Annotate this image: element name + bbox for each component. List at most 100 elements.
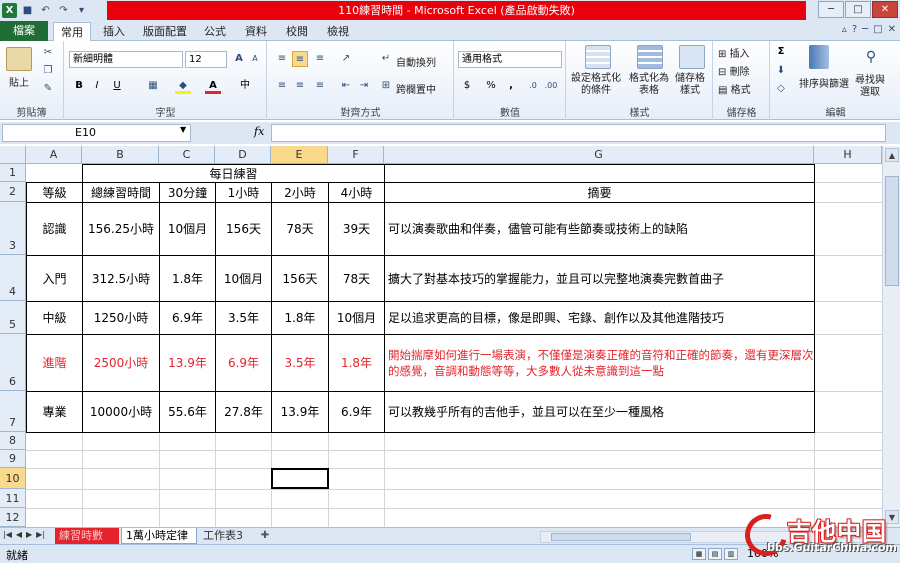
row-header[interactable]: 4 <box>0 255 26 301</box>
tab-home[interactable]: 常用 <box>53 22 91 42</box>
column-header[interactable]: C <box>159 146 215 164</box>
paste-button[interactable]: 貼上 <box>9 74 29 89</box>
orientation-icon[interactable]: ↗ <box>338 51 354 67</box>
align-top-icon[interactable]: ≡ <box>274 51 290 67</box>
customize-qat-icon[interactable]: ▾ <box>74 3 89 18</box>
column-header[interactable]: D <box>215 146 271 164</box>
cell-4hours[interactable]: 39天 <box>329 203 384 255</box>
cell-total[interactable]: 10000小時 <box>83 392 159 432</box>
fill-icon[interactable]: ⬇ <box>773 63 789 79</box>
phonetic-icon[interactable]: 中 <box>237 78 253 94</box>
minimize-ribbon-icon[interactable]: ▵ <box>842 24 847 35</box>
row-header[interactable]: 7 <box>0 391 26 432</box>
next-sheet-icon[interactable]: ▶ <box>26 530 32 539</box>
font-color-icon[interactable]: A <box>205 78 221 94</box>
cut-icon[interactable]: ✂ <box>40 45 56 61</box>
first-sheet-icon[interactable]: |◀ <box>3 530 12 539</box>
cell-level[interactable]: 入門 <box>27 256 82 301</box>
cell-1hour[interactable]: 3.5年 <box>216 302 271 334</box>
sheet-tab-10000-hour-rule[interactable]: 1萬小時定律 <box>121 528 197 544</box>
align-left-icon[interactable]: ≡ <box>274 78 290 94</box>
grow-font-icon[interactable]: A <box>231 51 247 67</box>
cell-level[interactable]: 認識 <box>27 203 82 255</box>
sheet-tab-sheet3[interactable]: 工作表3 <box>199 528 255 544</box>
column-header[interactable]: G <box>384 146 814 164</box>
formula-input[interactable] <box>271 124 886 142</box>
name-box[interactable]: E10 <box>2 124 191 142</box>
align-middle-icon[interactable]: ≡ <box>292 51 308 67</box>
save-icon[interactable]: ■ <box>20 3 35 18</box>
header-summary[interactable]: 摘要 <box>385 183 814 202</box>
header-1hour[interactable]: 1小時 <box>216 183 271 202</box>
paste-icon[interactable] <box>6 47 32 71</box>
column-header[interactable]: E <box>271 146 328 164</box>
active-cell-selection[interactable] <box>271 468 329 489</box>
find-select-button[interactable]: 尋找與 選取 <box>855 75 885 99</box>
copy-icon[interactable]: ❐ <box>40 63 56 79</box>
cell-total[interactable]: 312.5小時 <box>83 256 159 301</box>
doc-restore-icon[interactable]: □ <box>873 24 882 35</box>
tab-file[interactable]: 檔案 <box>0 21 48 41</box>
normal-view-icon[interactable]: ▦ <box>692 548 706 560</box>
select-all-corner[interactable] <box>0 146 26 164</box>
format-as-table-button[interactable]: 格式化為 表格 <box>629 73 669 97</box>
row-header[interactable]: 8 <box>0 432 26 450</box>
conditional-formatting-icon[interactable] <box>585 45 611 69</box>
column-header[interactable]: F <box>328 146 384 164</box>
sort-filter-button[interactable]: 排序與篩選 <box>799 75 849 90</box>
merge-center-button[interactable]: 跨欄置中 <box>396 81 436 96</box>
row-header[interactable]: 6 <box>0 334 26 391</box>
tab-page-layout[interactable]: 版面配置 <box>138 22 192 41</box>
format-as-table-icon[interactable] <box>637 45 663 69</box>
align-center-icon[interactable]: ≡ <box>292 78 308 94</box>
row-header[interactable]: 12 <box>0 508 26 527</box>
comma-button[interactable]: , <box>503 78 519 94</box>
header-total-time[interactable]: 總練習時間 <box>83 183 159 202</box>
tab-review[interactable]: 校閱 <box>279 22 315 41</box>
percent-button[interactable]: % <box>483 78 499 94</box>
cell-summary[interactable]: 足以追求更高的目標，像是即興、宅錄、創作以及其他進階技巧 <box>385 302 814 334</box>
wrap-text-icon[interactable]: ↵ <box>378 51 394 67</box>
cell-30min[interactable]: 1.8年 <box>160 256 215 301</box>
cell-1hour[interactable]: 27.8年 <box>216 392 271 432</box>
row-header[interactable]: 3 <box>0 202 26 255</box>
cell-2hours[interactable]: 1.8年 <box>272 302 328 334</box>
header-4hours[interactable]: 4小時 <box>329 183 384 202</box>
align-bottom-icon[interactable]: ≡ <box>312 51 328 67</box>
decrease-decimal-icon[interactable]: .00 <box>543 78 559 94</box>
insert-function-icon[interactable]: fx <box>254 125 264 138</box>
vertical-scroll-thumb[interactable] <box>885 176 899 286</box>
italic-button[interactable]: I <box>89 78 105 94</box>
bold-button[interactable]: B <box>71 78 87 94</box>
name-box-dropdown-icon[interactable]: ▼ <box>180 125 186 134</box>
fill-color-icon[interactable]: ◆ <box>175 78 191 94</box>
cell-1hour[interactable]: 10個月 <box>216 256 271 301</box>
prev-sheet-icon[interactable]: ◀ <box>16 530 22 539</box>
table-title[interactable]: 每日練習 <box>83 165 384 182</box>
column-header[interactable]: B <box>82 146 159 164</box>
page-layout-view-icon[interactable]: ▤ <box>708 548 722 560</box>
cell-2hours[interactable]: 78天 <box>272 203 328 255</box>
tab-formulas[interactable]: 公式 <box>197 22 233 41</box>
cell-total[interactable]: 2500小時 <box>83 335 159 391</box>
currency-button[interactable]: $ <box>459 78 475 94</box>
sort-filter-icon[interactable] <box>809 45 829 69</box>
cell-4hours[interactable]: 10個月 <box>329 302 384 334</box>
insert-cells-button[interactable]: ⊞ 插入 <box>718 45 750 60</box>
increase-decimal-icon[interactable]: .0 <box>525 78 541 94</box>
cell-1hour[interactable]: 6.9年 <box>216 335 271 391</box>
cell-4hours[interactable]: 78天 <box>329 256 384 301</box>
header-30min[interactable]: 30分鐘 <box>160 183 215 202</box>
cell-30min[interactable]: 55.6年 <box>160 392 215 432</box>
header-2hours[interactable]: 2小時 <box>272 183 328 202</box>
increase-indent-icon[interactable]: ⇥ <box>356 78 372 94</box>
column-header[interactable]: H <box>814 146 882 164</box>
number-format-select[interactable]: 通用格式 <box>458 51 562 68</box>
insert-sheet-icon[interactable]: ✚ <box>258 529 272 543</box>
cell-level[interactable]: 中級 <box>27 302 82 334</box>
cell-4hours[interactable]: 6.9年 <box>329 392 384 432</box>
row-header[interactable]: 10 <box>0 468 26 489</box>
cell-2hours[interactable]: 156天 <box>272 256 328 301</box>
row-header[interactable]: 9 <box>0 450 26 468</box>
row-header[interactable]: 1 <box>0 164 26 182</box>
